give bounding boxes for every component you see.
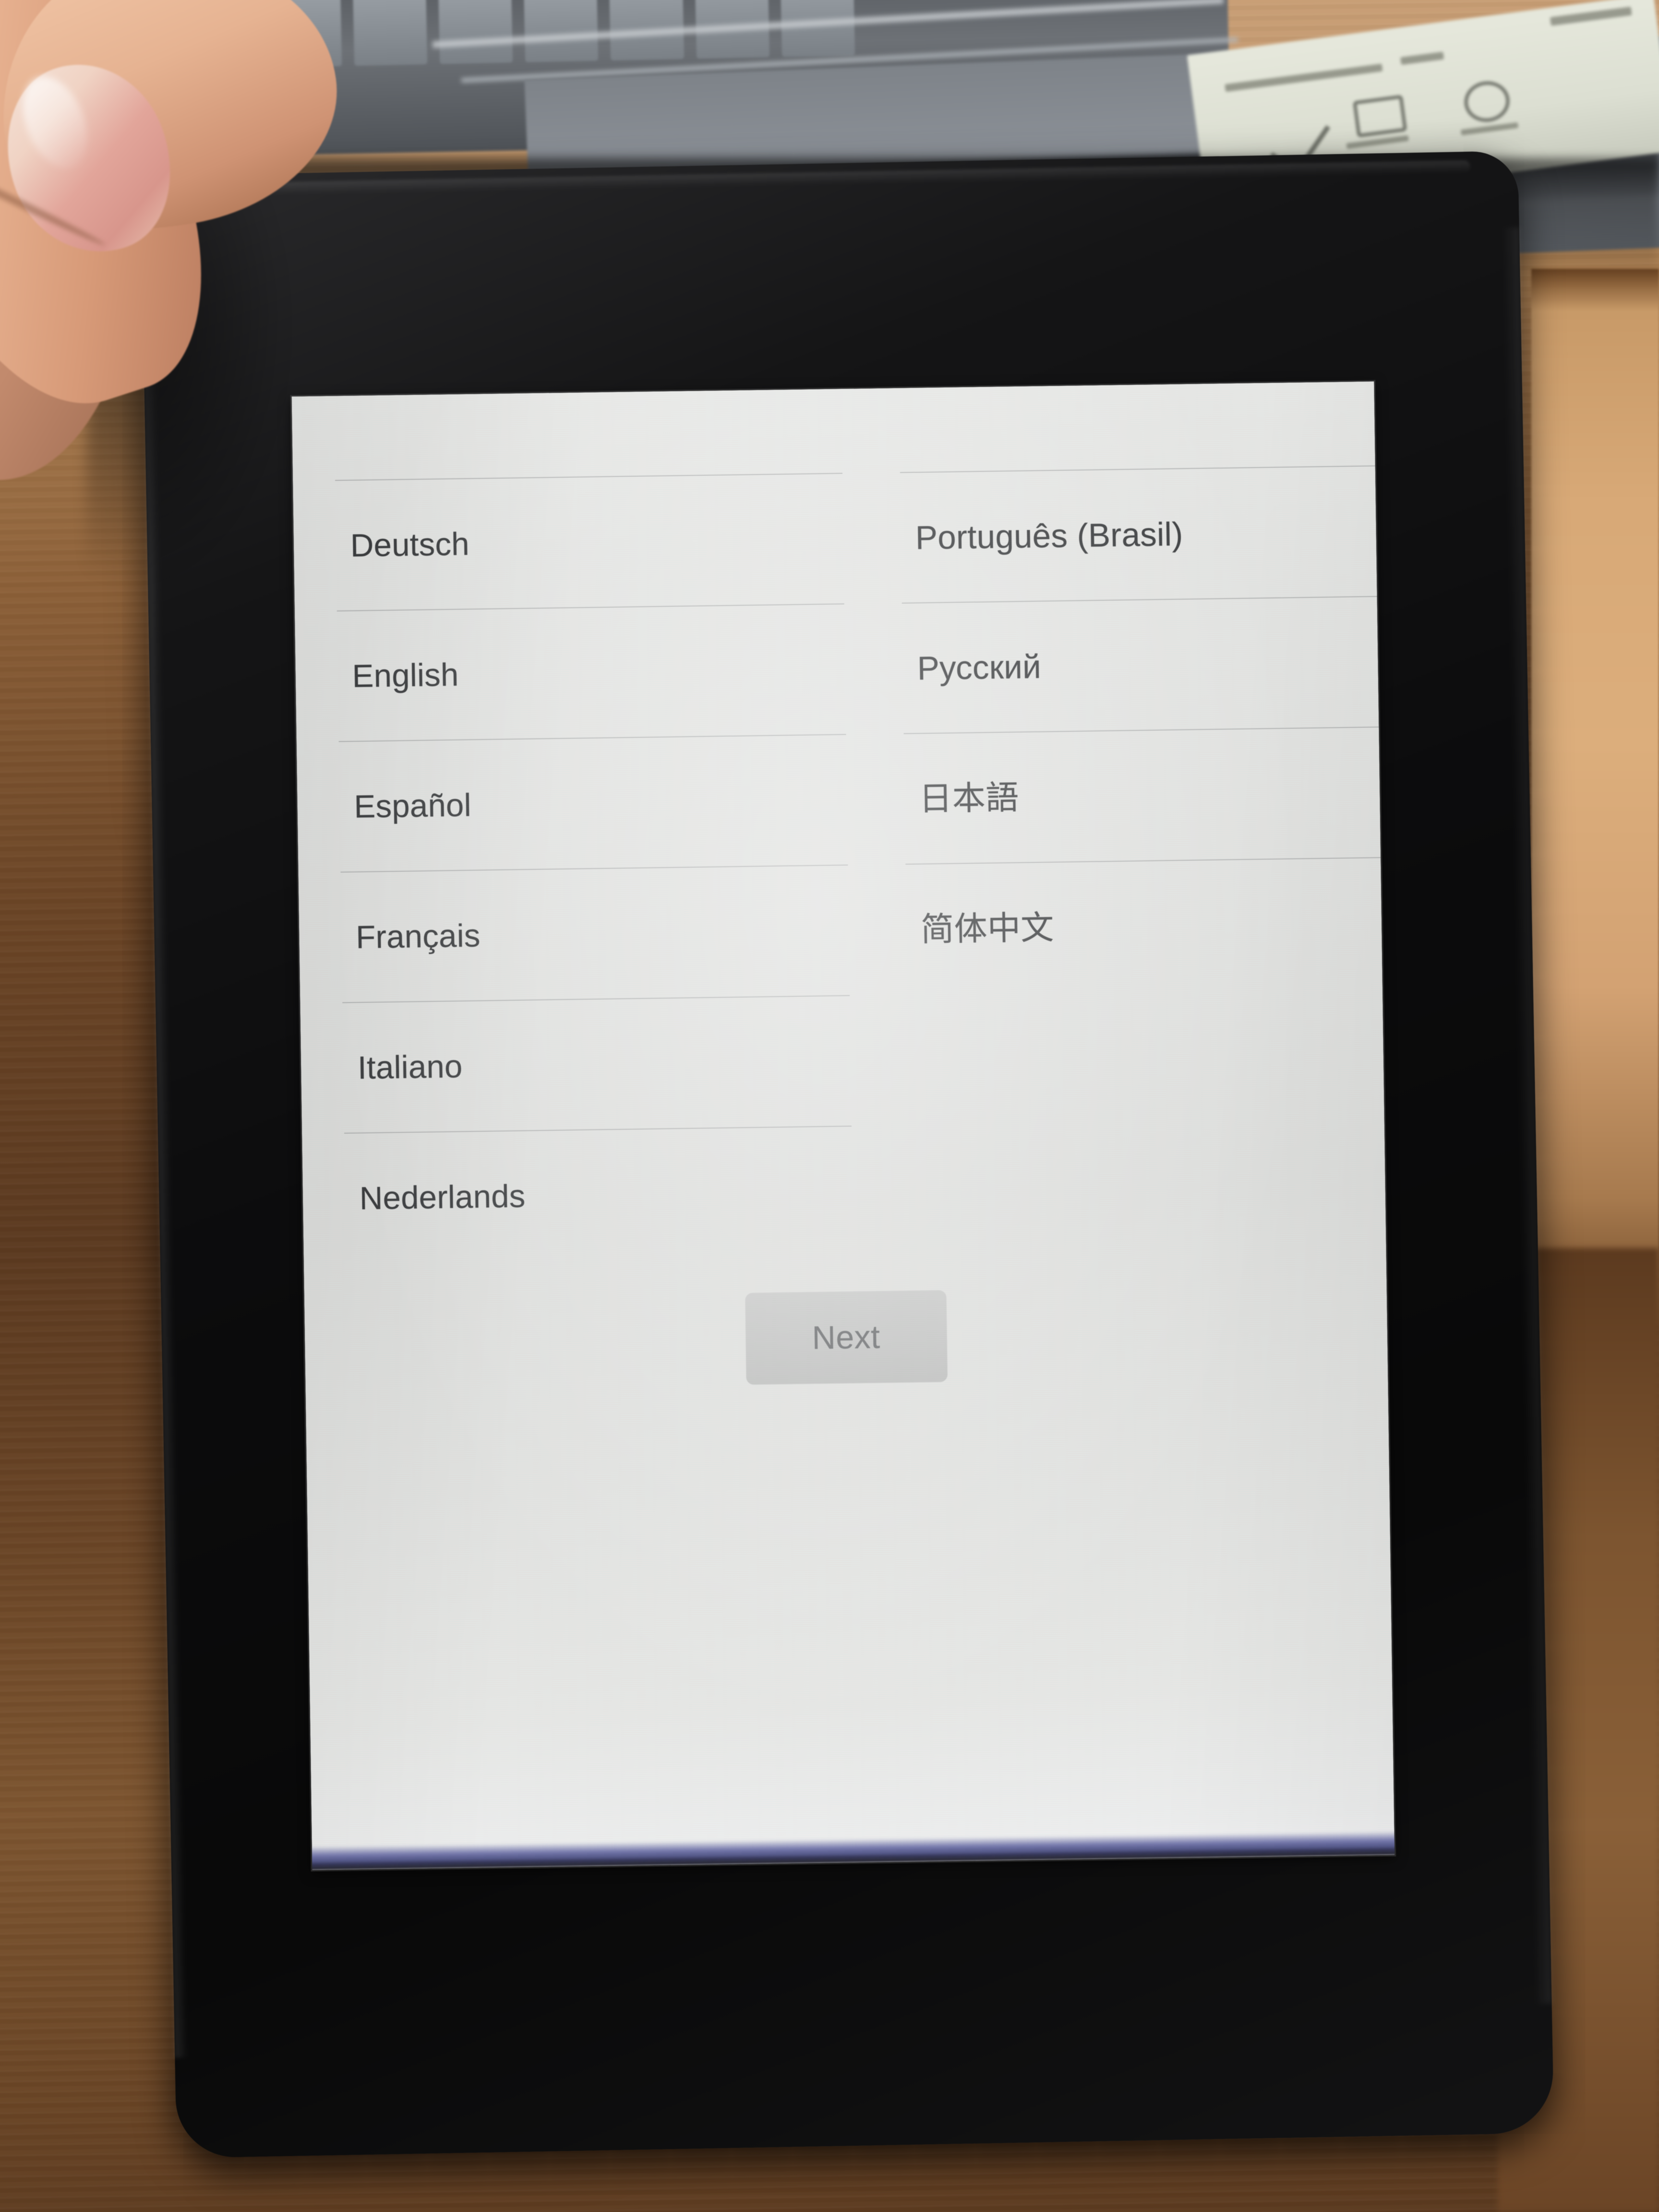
language-label: Русский bbox=[917, 648, 1042, 687]
hand bbox=[0, 0, 384, 586]
language-label: 简体中文 bbox=[920, 909, 1055, 948]
language-label: Español bbox=[353, 787, 472, 825]
language-option-italiano[interactable]: Italiano bbox=[342, 995, 852, 1133]
language-option-japanese[interactable]: 日本語 bbox=[903, 726, 1381, 864]
language-label: Português (Brasil) bbox=[915, 515, 1184, 556]
language-label: 日本語 bbox=[919, 779, 1019, 817]
language-label: Nederlands bbox=[359, 1178, 526, 1216]
photo-scene: Deutsch English Español Français Italian bbox=[0, 0, 1659, 2212]
language-option-espanol[interactable]: Español bbox=[338, 733, 848, 872]
language-option-deutsch[interactable]: Deutsch bbox=[335, 473, 844, 611]
language-option-portugues-brasil[interactable]: Português (Brasil) bbox=[900, 465, 1377, 603]
eink-screen[interactable]: Deutsch English Español Français Italian bbox=[291, 381, 1395, 1870]
language-option-simplified-chinese[interactable]: 简体中文 bbox=[905, 857, 1382, 995]
language-option-francais[interactable]: Français bbox=[340, 864, 850, 1002]
language-option-english[interactable]: English bbox=[337, 603, 846, 741]
language-option-nederlands[interactable]: Nederlands bbox=[344, 1125, 854, 1263]
language-selection-screen: Deutsch English Español Français Italian bbox=[292, 382, 1395, 1870]
language-label: Français bbox=[355, 917, 481, 955]
language-option-russian[interactable]: Русский bbox=[902, 596, 1379, 733]
desk-highlight-right bbox=[1531, 269, 1659, 1325]
language-column-right: Português (Brasil) Русский 日本語 简体中文 bbox=[900, 465, 1386, 1256]
next-button-label: Next bbox=[812, 1319, 880, 1357]
language-columns: Deutsch English Español Français Italian bbox=[293, 465, 1386, 1264]
language-column-left: Deutsch English Español Français Italian bbox=[335, 473, 854, 1263]
language-label: English bbox=[352, 656, 459, 694]
next-button-area: Next bbox=[304, 1284, 1388, 1391]
language-label: Italiano bbox=[357, 1048, 463, 1086]
next-button[interactable]: Next bbox=[745, 1290, 948, 1385]
